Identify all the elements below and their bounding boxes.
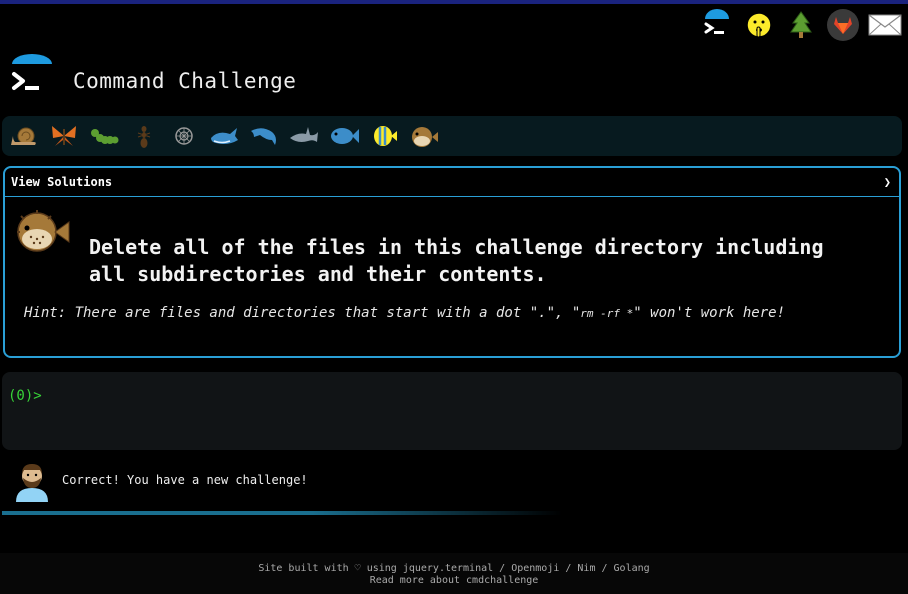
challenge-description: Delete all of the files in this challeng…: [89, 235, 824, 286]
site-logo[interactable]: [10, 54, 54, 98]
caterpillar-icon[interactable]: [88, 120, 120, 152]
shushing-face-icon[interactable]: [742, 8, 776, 42]
feedback-message: Correct! You have a new challenge!: [62, 473, 308, 487]
user-avatar: [14, 460, 50, 502]
envelope-icon[interactable]: [868, 8, 902, 42]
terminal-area[interactable]: (0)>: [2, 372, 902, 450]
butterfly-icon[interactable]: [48, 120, 80, 152]
hint-code: rm -rf *: [580, 307, 634, 320]
pufferfish-icon[interactable]: [408, 120, 440, 152]
terminal-icon[interactable]: [700, 8, 734, 42]
whale-icon[interactable]: [208, 120, 240, 152]
top-icon-bar: [700, 8, 902, 42]
progress-bar: [2, 511, 562, 515]
hint-text-start: Hint: There are files and directories th…: [24, 305, 581, 321]
dolphin-icon[interactable]: [248, 120, 280, 152]
pufferfish-icon: [11, 206, 71, 256]
shark-icon[interactable]: [288, 120, 320, 152]
evergreen-tree-icon[interactable]: [784, 8, 818, 42]
snail-icon[interactable]: [8, 120, 40, 152]
shell-icon[interactable]: [168, 120, 200, 152]
challenge-creature-bar: [2, 116, 902, 156]
gitlab-fox-icon[interactable]: [826, 8, 860, 42]
terminal-prompt: (0)>: [8, 388, 42, 404]
view-solutions-label: View Solutions: [11, 175, 113, 189]
top-accent-bar: [0, 0, 908, 4]
view-solutions-toggle[interactable]: View Solutions ❯: [5, 168, 899, 197]
hint-text-end: " won't work here!: [633, 305, 785, 321]
tropical-fish-icon[interactable]: [368, 120, 400, 152]
ant-icon[interactable]: [128, 120, 160, 152]
page-title: Command Challenge: [73, 69, 297, 93]
footer-credits: Site built with ♡ using jquery.terminal …: [258, 563, 650, 574]
footer: Site built with ♡ using jquery.terminal …: [0, 553, 908, 594]
challenge-hint: Hint: There are files and directories th…: [24, 305, 785, 321]
fish-icon[interactable]: [328, 120, 360, 152]
chevron-right-icon: ❯: [883, 175, 891, 189]
footer-about-link[interactable]: Read more about cmdchallenge: [0, 575, 908, 587]
challenge-panel: View Solutions ❯ Delete all of the files…: [3, 166, 901, 358]
